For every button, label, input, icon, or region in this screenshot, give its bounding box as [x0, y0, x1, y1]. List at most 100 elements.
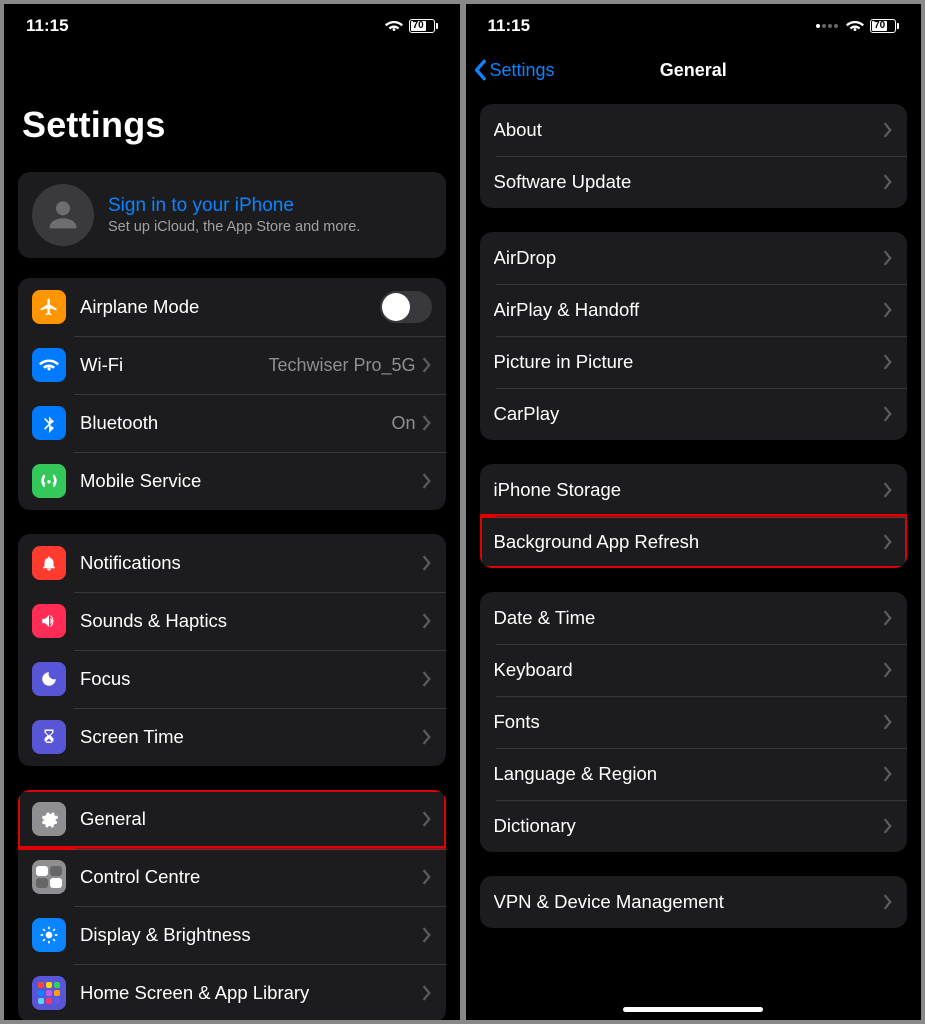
row-label: VPN & Device Management — [494, 891, 884, 913]
row-label: Wi-Fi — [80, 354, 268, 376]
cellular-icon — [816, 24, 838, 28]
row-label: Bluetooth — [80, 412, 391, 434]
signin-card[interactable]: Sign in to your iPhone Set up iCloud, th… — [18, 172, 446, 258]
row-label: Mobile Service — [80, 470, 422, 492]
chevron-icon — [883, 534, 893, 550]
row-label: Home Screen & App Library — [80, 982, 422, 1004]
battery-icon: 70 — [870, 19, 899, 33]
chevron-icon — [883, 818, 893, 834]
carplay-row[interactable]: CarPlay — [480, 388, 908, 440]
connectivity-group: Airplane Mode Wi-Fi Techwiser Pro_5G Blu… — [18, 278, 446, 510]
row-label: CarPlay — [494, 403, 884, 425]
dictionary-row[interactable]: Dictionary — [480, 800, 908, 852]
chevron-icon — [422, 927, 432, 943]
nav-bar: Settings General — [466, 48, 922, 92]
iphone-storage-row[interactable]: iPhone Storage — [480, 464, 908, 516]
home-screen-row[interactable]: Home Screen & App Library — [18, 964, 446, 1020]
chevron-icon — [883, 354, 893, 370]
airplane-toggle[interactable] — [380, 291, 432, 323]
chevron-icon — [422, 671, 432, 687]
row-label: Control Centre — [80, 866, 422, 888]
moon-icon — [32, 662, 66, 696]
chevron-icon — [422, 555, 432, 571]
wifi-value: Techwiser Pro_5G — [268, 355, 415, 376]
chevron-icon — [422, 729, 432, 745]
background-app-refresh-row[interactable]: Background App Refresh — [480, 516, 908, 568]
chevron-icon — [883, 894, 893, 910]
control-centre-icon — [32, 860, 66, 894]
alerts-group: Notifications Sounds & Haptics Focus — [18, 534, 446, 766]
row-label: Keyboard — [494, 659, 884, 681]
row-label: AirDrop — [494, 247, 884, 269]
airdrop-row[interactable]: AirDrop — [480, 232, 908, 284]
status-bar: 11:15 70 — [466, 4, 922, 48]
airplay-row[interactable]: AirPlay & Handoff — [480, 284, 908, 336]
signin-subtitle: Set up iCloud, the App Store and more. — [108, 219, 360, 235]
chevron-icon — [883, 250, 893, 266]
row-label: Software Update — [494, 171, 884, 193]
sun-icon — [32, 918, 66, 952]
grid-icon — [32, 976, 66, 1010]
row-label: Date & Time — [494, 607, 884, 629]
notifications-row[interactable]: Notifications — [18, 534, 446, 592]
row-label: Display & Brightness — [80, 924, 422, 946]
row-label: Fonts — [494, 711, 884, 733]
airplane-mode-row[interactable]: Airplane Mode — [18, 278, 446, 336]
chevron-icon — [883, 766, 893, 782]
row-label: Notifications — [80, 552, 422, 574]
screen-time-row[interactable]: Screen Time — [18, 708, 446, 766]
date-time-row[interactable]: Date & Time — [480, 592, 908, 644]
fonts-row[interactable]: Fonts — [480, 696, 908, 748]
bell-icon — [32, 546, 66, 580]
antenna-icon — [32, 464, 66, 498]
wifi-icon — [385, 19, 403, 33]
row-label: iPhone Storage — [494, 479, 884, 501]
about-row[interactable]: About — [480, 104, 908, 156]
chevron-icon — [422, 869, 432, 885]
row-label: Background App Refresh — [494, 531, 884, 553]
row-label: Language & Region — [494, 763, 884, 785]
status-bar: 11:15 70 — [4, 4, 460, 48]
settings-screen: 11:15 70 Settings Sign in to your iPhone… — [4, 4, 460, 1020]
row-label: General — [80, 808, 422, 830]
software-update-row[interactable]: Software Update — [480, 156, 908, 208]
general-group-4: Date & Time Keyboard Fonts Language & Re… — [480, 592, 908, 852]
chevron-icon — [422, 473, 432, 489]
speaker-icon — [32, 604, 66, 638]
row-label: Picture in Picture — [494, 351, 884, 373]
row-label: AirPlay & Handoff — [494, 299, 884, 321]
chevron-icon — [883, 302, 893, 318]
row-label: Dictionary — [494, 815, 884, 837]
language-region-row[interactable]: Language & Region — [480, 748, 908, 800]
chevron-icon — [883, 174, 893, 190]
chevron-icon — [422, 415, 432, 431]
chevron-icon — [883, 662, 893, 678]
chevron-icon — [422, 985, 432, 1001]
bluetooth-row[interactable]: Bluetooth On — [18, 394, 446, 452]
chevron-icon — [883, 122, 893, 138]
display-row[interactable]: Display & Brightness — [18, 906, 446, 964]
row-label: Sounds & Haptics — [80, 610, 422, 632]
nav-title: General — [466, 60, 922, 81]
hourglass-icon — [32, 720, 66, 754]
pip-row[interactable]: Picture in Picture — [480, 336, 908, 388]
home-indicator[interactable] — [623, 1007, 763, 1012]
general-group-3: iPhone Storage Background App Refresh — [480, 464, 908, 568]
page-title: Settings — [4, 48, 460, 164]
keyboard-row[interactable]: Keyboard — [480, 644, 908, 696]
row-label: Airplane Mode — [80, 296, 380, 318]
chevron-icon — [883, 714, 893, 730]
wifi-row[interactable]: Wi-Fi Techwiser Pro_5G — [18, 336, 446, 394]
chevron-icon — [883, 406, 893, 422]
mobile-service-row[interactable]: Mobile Service — [18, 452, 446, 510]
system-group: General Control Centre Display & Brightn… — [18, 790, 446, 1020]
gear-icon — [32, 802, 66, 836]
vpn-row[interactable]: VPN & Device Management — [480, 876, 908, 928]
row-label: About — [494, 119, 884, 141]
airplane-icon — [32, 290, 66, 324]
control-centre-row[interactable]: Control Centre — [18, 848, 446, 906]
general-screen: 11:15 70 Settings General About Softw — [466, 4, 922, 1020]
general-row[interactable]: General — [18, 790, 446, 848]
sounds-row[interactable]: Sounds & Haptics — [18, 592, 446, 650]
focus-row[interactable]: Focus — [18, 650, 446, 708]
